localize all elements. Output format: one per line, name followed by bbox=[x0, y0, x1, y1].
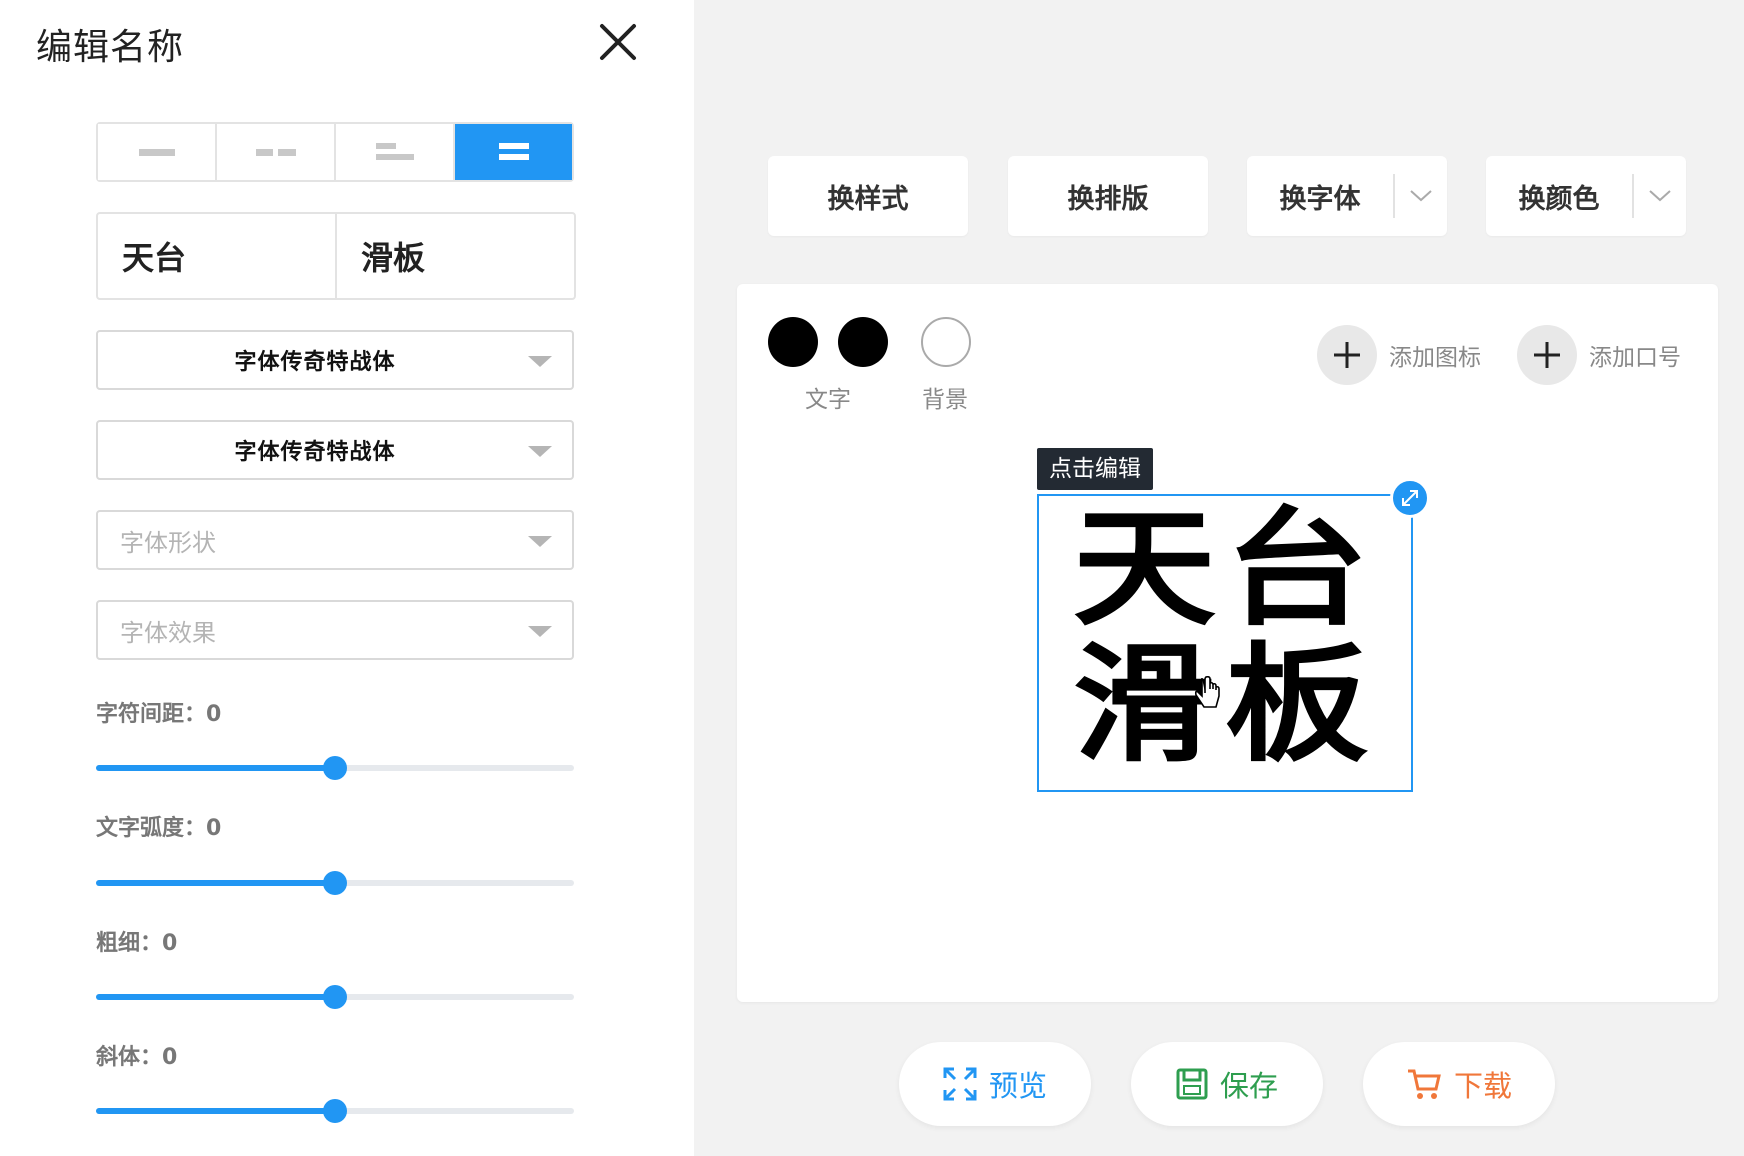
change-style-label: 换样式 bbox=[827, 183, 909, 215]
save-icon bbox=[1176, 1068, 1208, 1100]
name-input-line1[interactable]: 天台 bbox=[98, 214, 337, 298]
slider-thumb[interactable] bbox=[323, 871, 347, 895]
hand-cursor-icon bbox=[1192, 675, 1222, 714]
add-slogan-label: 添加口号 bbox=[1589, 345, 1681, 371]
name-input-line2[interactable]: 滑板 bbox=[337, 214, 574, 298]
split-line-icon bbox=[255, 149, 296, 156]
plus-icon bbox=[1317, 325, 1377, 385]
font-shape-select[interactable]: 字体形状 bbox=[96, 510, 574, 570]
change-font-label: 换字体 bbox=[1279, 183, 1361, 215]
text-color-swatch-2[interactable] bbox=[838, 317, 888, 367]
download-label: 下载 bbox=[1453, 1069, 1512, 1103]
single-line-icon bbox=[138, 149, 175, 156]
resize-handle-icon[interactable] bbox=[1390, 478, 1430, 518]
text-arc-slider[interactable] bbox=[96, 871, 574, 895]
preview-label: 预览 bbox=[988, 1069, 1047, 1103]
add-icon-label: 添加图标 bbox=[1389, 345, 1481, 371]
change-color-button[interactable]: 换颜色 bbox=[1486, 156, 1686, 236]
layout-tabs bbox=[96, 122, 574, 182]
font-shape-placeholder: 字体形状 bbox=[120, 528, 216, 557]
edit-name-panel: 编辑名称 天台 滑板 字体传奇特战体 字体传奇特战体 字体形状 字体效果 字符间… bbox=[0, 0, 694, 1156]
font-select-2-value: 字体传奇特战体 bbox=[234, 440, 396, 465]
close-icon[interactable] bbox=[596, 20, 640, 64]
letter-spacing-slider[interactable] bbox=[96, 756, 574, 780]
add-slogan-button[interactable]: 添加口号 bbox=[1517, 325, 1681, 385]
change-color-label: 换颜色 bbox=[1518, 183, 1600, 215]
italic-label: 斜体：0 bbox=[96, 1045, 178, 1070]
letter-spacing-label: 字符间距：0 bbox=[96, 702, 222, 727]
bg-color-swatch[interactable] bbox=[921, 317, 971, 367]
text-arc-label: 文字弧度：0 bbox=[96, 816, 222, 841]
preview-button[interactable]: 预览 bbox=[899, 1042, 1091, 1126]
slider-thumb[interactable] bbox=[323, 985, 347, 1009]
change-style-button[interactable]: 换样式 bbox=[768, 156, 968, 236]
italic-slider[interactable] bbox=[96, 1099, 574, 1123]
two-line-icon bbox=[498, 143, 529, 160]
text-color-label: 文字 bbox=[805, 387, 851, 413]
cart-icon bbox=[1407, 1069, 1441, 1099]
text-color-swatch-1[interactable] bbox=[768, 317, 818, 367]
left-align-icon bbox=[375, 143, 414, 160]
weight-slider[interactable] bbox=[96, 985, 574, 1009]
click-to-edit-tooltip: 点击编辑 bbox=[1037, 448, 1153, 490]
caret-down-icon bbox=[528, 536, 552, 547]
save-button[interactable]: 保存 bbox=[1131, 1042, 1323, 1126]
name-inputs: 天台 滑板 bbox=[96, 212, 576, 300]
logo-line-2: 滑板 bbox=[1072, 631, 1378, 780]
layout-two-line-button[interactable] bbox=[455, 124, 572, 180]
layout-left-align-button[interactable] bbox=[336, 124, 455, 180]
slider-thumb[interactable] bbox=[323, 1099, 347, 1123]
font-effect-placeholder: 字体效果 bbox=[120, 618, 216, 647]
add-icon-button[interactable]: 添加图标 bbox=[1317, 325, 1481, 385]
font-select-2[interactable]: 字体传奇特战体 bbox=[96, 420, 574, 480]
download-button[interactable]: 下载 bbox=[1363, 1042, 1555, 1126]
change-font-button[interactable]: 换字体 bbox=[1247, 156, 1447, 236]
slider-thumb[interactable] bbox=[323, 756, 347, 780]
change-layout-button[interactable]: 换排版 bbox=[1008, 156, 1208, 236]
caret-down-icon bbox=[528, 356, 552, 367]
change-layout-label: 换排版 bbox=[1067, 183, 1149, 215]
expand-icon bbox=[943, 1067, 977, 1101]
font-select-1-value: 字体传奇特战体 bbox=[234, 350, 396, 375]
weight-label: 粗细：0 bbox=[96, 931, 178, 956]
logo-line-1: 天台 bbox=[1072, 495, 1378, 644]
chevron-down-icon[interactable] bbox=[1395, 189, 1447, 203]
font-effect-select[interactable]: 字体效果 bbox=[96, 600, 574, 660]
caret-down-icon bbox=[528, 446, 552, 457]
caret-down-icon bbox=[528, 626, 552, 637]
plus-icon bbox=[1517, 325, 1577, 385]
bg-color-label: 背景 bbox=[922, 387, 968, 413]
chevron-down-icon[interactable] bbox=[1634, 189, 1686, 203]
panel-title: 编辑名称 bbox=[36, 27, 185, 68]
font-select-1[interactable]: 字体传奇特战体 bbox=[96, 330, 574, 390]
logo-text-box[interactable]: 天台 滑板 bbox=[1037, 494, 1413, 792]
layout-single-line-button[interactable] bbox=[98, 124, 217, 180]
layout-split-line-button[interactable] bbox=[217, 124, 336, 180]
save-label: 保存 bbox=[1219, 1069, 1278, 1103]
